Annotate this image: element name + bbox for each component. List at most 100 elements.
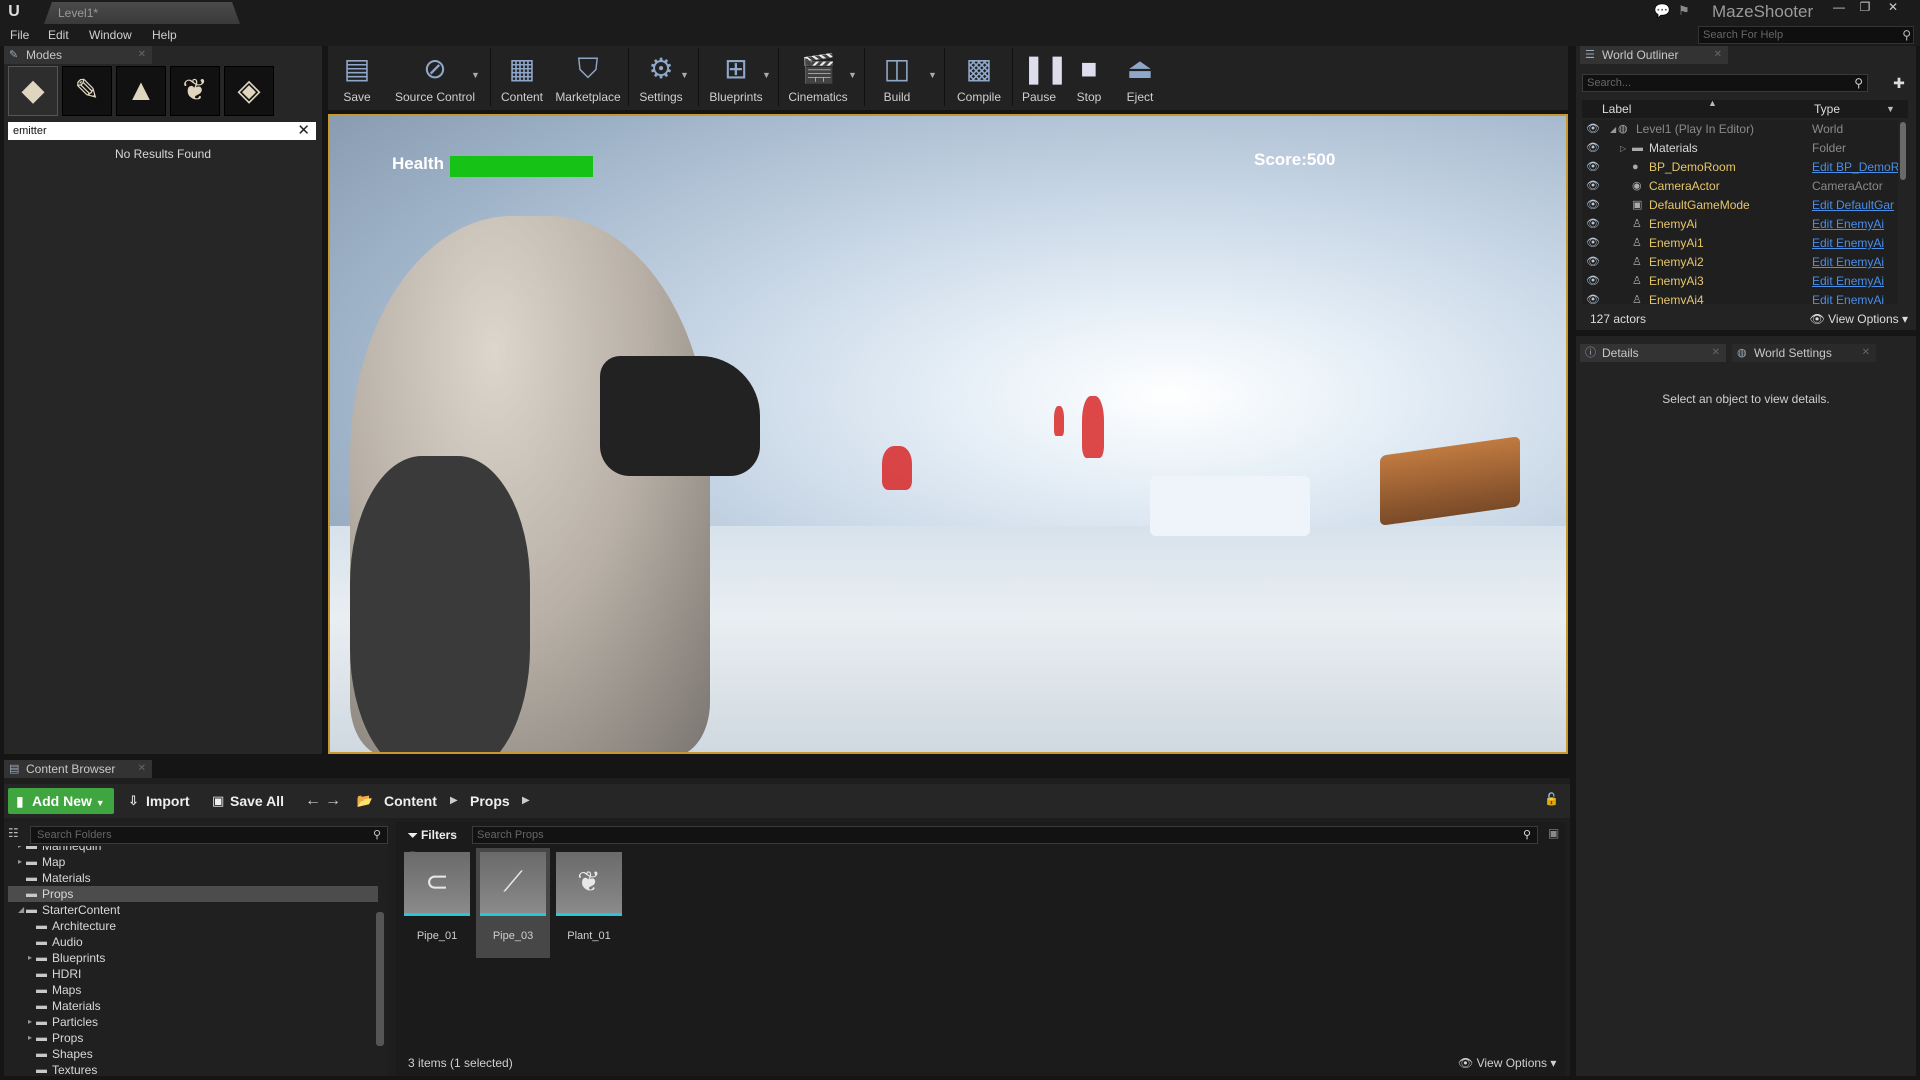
assets-view-options-button[interactable]: 👁 View Options ▾ bbox=[1458, 1056, 1556, 1070]
visibility-eye-icon[interactable]: 👁 bbox=[1586, 215, 1600, 234]
modes-search-input[interactable]: emitter ✕ bbox=[8, 122, 316, 140]
close-icon[interactable]: ✕ bbox=[1862, 344, 1870, 362]
expand-arrow-icon[interactable]: ▸ bbox=[28, 1030, 32, 1046]
assets-search-input[interactable]: Search Props ⚲ bbox=[472, 826, 1538, 844]
chevron-down-icon[interactable]: ▼ bbox=[762, 70, 771, 80]
outliner-row-type-link[interactable]: Edit BP_DemoR bbox=[1812, 158, 1898, 177]
place-mode-icon[interactable]: ◆ bbox=[8, 66, 58, 116]
asset-tile-pipe-03[interactable]: ⟋ Pipe_03 bbox=[476, 848, 550, 958]
back-arrow-icon[interactable]: ← bbox=[304, 788, 322, 814]
add-folder-icon[interactable]: ✚ bbox=[1890, 74, 1908, 92]
menu-file[interactable]: File bbox=[10, 28, 29, 42]
folder-row[interactable]: ▸ ▬ Mannequin bbox=[8, 846, 378, 854]
folder-row[interactable]: ▬ Audio bbox=[8, 934, 378, 950]
save-button[interactable]: ▤ Save bbox=[330, 46, 384, 108]
close-icon[interactable]: ✕ bbox=[1714, 46, 1722, 64]
tab-modes[interactable]: ✎ Modes ✕ bbox=[4, 46, 152, 64]
column-type[interactable]: Type bbox=[1814, 102, 1840, 116]
folder-row[interactable]: ◢ ▬ StarterContent bbox=[8, 902, 378, 918]
visibility-eye-icon[interactable]: 👁 bbox=[1586, 120, 1600, 139]
outliner-row-type-link[interactable]: Edit EnemyAi bbox=[1812, 291, 1898, 304]
folder-scrollbar[interactable] bbox=[376, 912, 384, 1046]
chevron-right-icon[interactable]: ▶ bbox=[522, 788, 530, 814]
outliner-scrollbar[interactable] bbox=[1900, 122, 1906, 180]
outliner-row[interactable]: 👁 ◉ CameraActor CameraActor bbox=[1582, 177, 1898, 196]
game-viewport[interactable]: Health Score:500 bbox=[328, 114, 1568, 754]
marketplace-button[interactable]: ⛉ Marketplace bbox=[550, 46, 626, 108]
lock-icon[interactable]: 🔓 bbox=[1544, 792, 1559, 806]
filters-button[interactable]: ⏷ Filters ▼ bbox=[404, 826, 466, 859]
outliner-row-type-link[interactable]: Edit EnemyAi bbox=[1812, 253, 1898, 272]
tab-details[interactable]: ⓘ Details ✕ bbox=[1580, 344, 1726, 362]
breadcrumb-props[interactable]: Props bbox=[470, 788, 510, 814]
menu-help[interactable]: Help bbox=[152, 28, 177, 42]
folder-row[interactable]: ▬ Maps bbox=[8, 982, 378, 998]
outliner-row-type-link[interactable]: Edit EnemyAi bbox=[1812, 234, 1898, 253]
pause-button[interactable]: ❚❚ Pause bbox=[1014, 46, 1069, 108]
foliage-mode-icon[interactable]: ❦ bbox=[170, 66, 220, 116]
feedback-icon[interactable]: 💬 bbox=[1654, 4, 1670, 18]
expand-arrow-icon[interactable]: ◢ bbox=[18, 902, 24, 918]
visibility-eye-icon[interactable]: 👁 bbox=[1586, 177, 1600, 196]
sources-toggle-icon[interactable]: ☷ bbox=[8, 826, 19, 840]
tab-world-outliner[interactable]: ☰ World Outliner ✕ bbox=[1580, 46, 1728, 64]
visibility-eye-icon[interactable]: 👁 bbox=[1586, 253, 1600, 272]
menu-edit[interactable]: Edit bbox=[48, 28, 69, 42]
asset-tile-pipe-01[interactable]: ⊂ Pipe_01 bbox=[400, 848, 474, 958]
tab-world-settings[interactable]: ◍ World Settings ✕ bbox=[1732, 344, 1876, 362]
close-icon[interactable]: ✕ bbox=[1712, 344, 1720, 362]
close-icon[interactable]: ✕ bbox=[138, 760, 146, 778]
cinematics-button[interactable]: 🎬 Cinematics bbox=[780, 46, 856, 108]
outliner-view-options-button[interactable]: 👁 View Options ▾ bbox=[1810, 310, 1908, 328]
folder-row[interactable]: ▬ Materials bbox=[8, 998, 378, 1014]
content-button[interactable]: ▦ Content bbox=[492, 46, 552, 108]
minimize-button[interactable]: — bbox=[1828, 0, 1850, 16]
folder-search-input[interactable]: Search Folders ⚲ bbox=[30, 826, 388, 844]
folder-row[interactable]: ▬ HDRI bbox=[8, 966, 378, 982]
chevron-down-icon[interactable]: ▼ bbox=[680, 70, 689, 80]
close-icon[interactable]: ✕ bbox=[138, 46, 146, 64]
source-control-button[interactable]: ⊘ Source Control bbox=[386, 46, 484, 108]
chevron-down-icon[interactable]: ▼ bbox=[848, 70, 857, 80]
folder-row[interactable]: ▬ Materials bbox=[8, 870, 378, 886]
save-search-icon[interactable]: ▣ bbox=[1548, 826, 1559, 840]
outliner-row[interactable]: 👁 ♙ EnemyAi3 Edit EnemyAi bbox=[1582, 272, 1898, 291]
column-label[interactable]: Label bbox=[1602, 102, 1631, 116]
outliner-row-type-link[interactable]: Edit EnemyAi bbox=[1812, 272, 1898, 291]
expand-arrow-icon[interactable]: ▷ bbox=[1620, 139, 1626, 158]
expand-arrow-icon[interactable]: ▸ bbox=[18, 854, 22, 870]
outliner-row[interactable]: 👁 ♙ EnemyAi1 Edit EnemyAi bbox=[1582, 234, 1898, 253]
visibility-eye-icon[interactable]: 👁 bbox=[1586, 234, 1600, 253]
add-new-button[interactable]: ▮ Add New ▼ bbox=[8, 788, 114, 814]
restore-button[interactable]: ❐ bbox=[1854, 0, 1876, 16]
stop-button[interactable]: ■ Stop bbox=[1066, 46, 1112, 108]
eject-button[interactable]: ⏏ Eject bbox=[1114, 46, 1166, 108]
outliner-row[interactable]: 👁 ● BP_DemoRoom Edit BP_DemoR bbox=[1582, 158, 1898, 177]
geometry-mode-icon[interactable]: ◈ bbox=[224, 66, 274, 116]
outliner-search-input[interactable]: Search... ⚲ bbox=[1582, 74, 1868, 92]
folder-row[interactable]: ▸ ▬ Map bbox=[8, 854, 378, 870]
folder-row[interactable]: ▬ Architecture bbox=[8, 918, 378, 934]
close-button[interactable]: ✕ bbox=[1882, 0, 1904, 16]
folder-row[interactable]: ▬ Shapes bbox=[8, 1046, 378, 1062]
clear-search-icon[interactable]: ✕ bbox=[297, 122, 310, 140]
expand-arrow-icon[interactable]: ▸ bbox=[28, 1014, 32, 1030]
folder-row[interactable]: ▬ Props bbox=[8, 886, 378, 902]
compile-button[interactable]: ▩ Compile bbox=[948, 46, 1010, 108]
outliner-row[interactable]: 👁 ♙ EnemyAi Edit EnemyAi bbox=[1582, 215, 1898, 234]
menu-window[interactable]: Window bbox=[89, 28, 132, 42]
notifications-icon[interactable]: ⚑ bbox=[1676, 4, 1692, 18]
chevron-down-icon[interactable]: ▼ bbox=[928, 70, 937, 80]
folder-row[interactable]: ▸ ▬ Props bbox=[8, 1030, 378, 1046]
import-button[interactable]: ⇩ Import bbox=[126, 788, 190, 814]
tab-content-browser[interactable]: ▤ Content Browser ✕ bbox=[4, 760, 152, 778]
paint-mode-icon[interactable]: ✎ bbox=[62, 66, 112, 116]
save-all-button[interactable]: ▣ Save All bbox=[210, 788, 284, 814]
folder-row[interactable]: ▸ ▬ Blueprints bbox=[8, 950, 378, 966]
blueprints-button[interactable]: ⊞ Blueprints bbox=[702, 46, 770, 108]
outliner-row-type-link[interactable]: Edit EnemyAi bbox=[1812, 215, 1898, 234]
landscape-mode-icon[interactable]: ▲ bbox=[116, 66, 166, 116]
help-search-input[interactable]: Search For Help ⚲ bbox=[1698, 26, 1914, 44]
folder-row[interactable]: ▬ Textures bbox=[8, 1062, 378, 1074]
breadcrumb-content[interactable]: Content bbox=[384, 788, 437, 814]
